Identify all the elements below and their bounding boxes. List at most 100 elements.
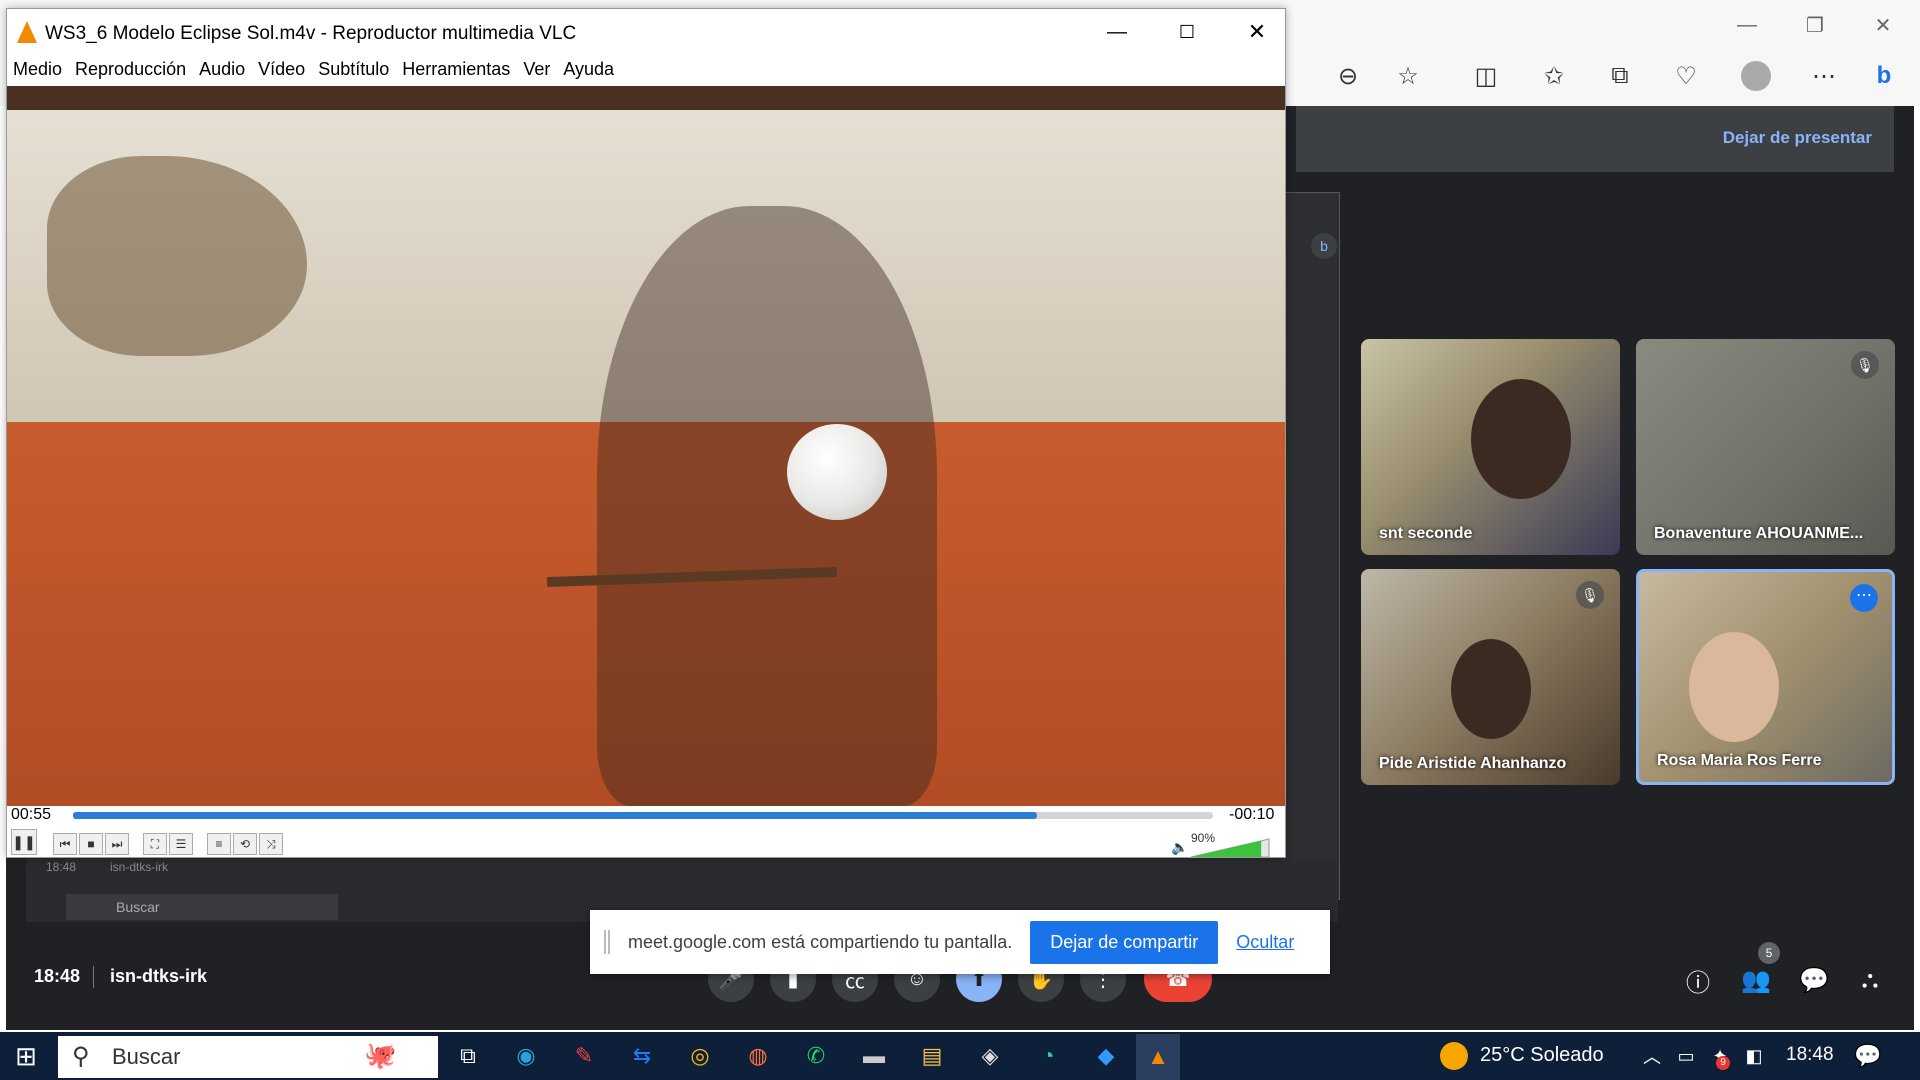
participant-options-icon[interactable]: ⋯ <box>1850 584 1878 612</box>
app-icon[interactable]: ◆ <box>1090 1040 1122 1072</box>
app-icon[interactable]: ◔ <box>1032 1040 1064 1072</box>
mirror-code: isn-dtks-irk <box>110 860 169 874</box>
seek-bar-progress <box>73 812 1038 819</box>
share-message: meet.google.com está compartiendo tu pan… <box>628 931 1013 952</box>
app-icon[interactable]: ▬ <box>858 1040 890 1072</box>
participant-tile[interactable]: 🎙 Bonaventure AHOUANME... <box>1636 339 1895 555</box>
stop-button[interactable]: ■ <box>79 833 103 855</box>
task-view-icon[interactable]: ⧉ <box>452 1040 484 1072</box>
browser-close-icon[interactable]: ✕ <box>1860 10 1906 40</box>
search-icon: ⚲ <box>72 1043 90 1070</box>
drag-handle[interactable] <box>604 930 610 954</box>
profile-avatar[interactable] <box>1738 58 1774 94</box>
meeting-info-icon[interactable]: ⓘ <box>1680 962 1716 998</box>
favorite-star-icon[interactable]: ☆ <box>1390 58 1426 94</box>
divider <box>93 966 94 988</box>
participant-tile[interactable]: snt seconde <box>1361 339 1620 555</box>
hide-link[interactable]: Ocultar <box>1236 932 1294 953</box>
search-highlight-icon: 🐙 <box>364 1040 397 1070</box>
taskbar-search-box[interactable]: ⚲ Buscar 🐙 <box>58 1036 438 1078</box>
meeting-code: isn-dtks-irk <box>110 966 208 986</box>
speaker-icon[interactable]: 🔈 <box>1171 839 1188 856</box>
participant-tile-active[interactable]: ⋯ Rosa Maria Ros Ferre <box>1636 569 1895 785</box>
shuffle-button[interactable]: ⤨ <box>259 833 283 855</box>
vlc-minimize-icon[interactable]: — <box>1097 17 1137 47</box>
firefox-icon[interactable]: ◍ <box>742 1040 774 1072</box>
weather-text[interactable]: 25°C Soleado <box>1480 1044 1604 1067</box>
notifications-icon[interactable]: 💬 <box>1852 1040 1884 1072</box>
split-screen-icon[interactable]: ◫ <box>1468 58 1504 94</box>
mic-muted-icon: 🎙 <box>1851 351 1879 379</box>
volume-slider[interactable] <box>1191 837 1271 857</box>
file-explorer-icon[interactable]: ▤ <box>916 1040 948 1072</box>
menu-audio[interactable]: Audio <box>199 59 245 80</box>
participant-video <box>1451 639 1531 739</box>
menu-medio[interactable]: Medio <box>13 59 62 80</box>
people-count-badge: 5 <box>1758 942 1780 964</box>
chrome-icon[interactable]: ◎ <box>684 1040 716 1072</box>
vlc-menubar: Medio Reproducción Audio Vídeo Subtítulo… <box>13 59 627 80</box>
whatsapp-icon[interactable]: ✆ <box>800 1040 832 1072</box>
browser-minimize-icon[interactable]: — <box>1724 10 1770 40</box>
edge-icon[interactable]: ◉ <box>510 1040 542 1072</box>
people-icon[interactable]: 👥 <box>1738 962 1774 998</box>
browser-restore-icon[interactable]: ❐ <box>1792 10 1838 40</box>
mirror-search-box: Buscar <box>66 894 338 920</box>
favorites-icon[interactable]: ✩ <box>1536 58 1572 94</box>
meeting-time: 18:48 <box>34 966 81 986</box>
mirror-search-text: Buscar <box>116 899 160 915</box>
battery-icon[interactable]: ▭ <box>1670 1040 1702 1072</box>
pause-button[interactable]: ❚❚ <box>11 829 37 855</box>
video-frame[interactable] <box>7 86 1285 806</box>
vlc-window-title: WS3_6 Modelo Eclipse Sol.m4v - Reproduct… <box>45 23 577 44</box>
teamviewer-icon[interactable]: ⇆ <box>626 1040 658 1072</box>
loop-button[interactable]: ⟲ <box>233 833 257 855</box>
browser-essentials-icon[interactable]: ♡ <box>1668 58 1704 94</box>
camera-tray-icon[interactable]: ◧ <box>1738 1040 1770 1072</box>
menu-ver[interactable]: Ver <box>523 59 550 80</box>
collections-icon[interactable]: ⧉ <box>1602 58 1638 94</box>
menu-video[interactable]: Vídeo <box>258 59 305 80</box>
weather-sun-icon <box>1440 1042 1468 1070</box>
vlc-maximize-icon[interactable]: ☐ <box>1167 17 1207 47</box>
menu-reproduccion[interactable]: Reproducción <box>75 59 186 80</box>
presenting-header: Dejar de presentar <box>1296 106 1894 172</box>
windows-start-icon[interactable]: ⊞ <box>10 1040 42 1072</box>
participant-name: snt seconde <box>1379 525 1473 542</box>
app-icon[interactable]: ◈ <box>974 1040 1006 1072</box>
time-elapsed: 00:55 <box>11 806 52 823</box>
previous-button[interactable]: ⏮ <box>53 833 77 855</box>
mirror-time: 18:48 <box>46 860 77 874</box>
more-options-icon[interactable]: ⋯ <box>1806 58 1842 94</box>
notification-badge: 9 <box>1716 1056 1730 1070</box>
participant-tile[interactable]: 🎙 Pide Aristide Ahanhanzo <box>1361 569 1620 785</box>
vlc-close-icon[interactable]: ✕ <box>1237 17 1277 47</box>
extended-settings-button[interactable]: ☰ <box>169 833 193 855</box>
mic-muted-icon: 🎙 <box>1576 581 1604 609</box>
participant-video <box>1689 632 1779 742</box>
menu-herramientas[interactable]: Herramientas <box>402 59 510 80</box>
show-hidden-icons[interactable]: ︿ <box>1636 1040 1668 1072</box>
participant-name: Pide Aristide Ahanhanzo <box>1379 755 1567 772</box>
app-icon[interactable]: ✎ <box>568 1040 600 1072</box>
vlc-taskbar-icon[interactable]: ▲ <box>1136 1034 1180 1080</box>
vlc-window: WS3_6 Modelo Eclipse Sol.m4v - Reproduct… <box>6 8 1286 858</box>
screen-share-notification: meet.google.com está compartiendo tu pan… <box>590 910 1330 974</box>
menu-subtitulo[interactable]: Subtítulo <box>318 59 389 80</box>
taskbar-clock[interactable]: 18:48 <box>1786 1044 1834 1066</box>
activities-icon[interactable]: ⛬ <box>1852 962 1888 998</box>
bing-copilot-icon[interactable]: b <box>1866 58 1902 94</box>
participant-video <box>1471 379 1571 499</box>
video-ball <box>787 424 887 520</box>
taskbar-search-text: Buscar <box>112 1044 181 1069</box>
stop-sharing-button[interactable]: Dejar de compartir <box>1030 920 1219 964</box>
menu-ayuda[interactable]: Ayuda <box>563 59 614 80</box>
seek-bar[interactable] <box>73 812 1213 819</box>
next-button[interactable]: ⏭ <box>105 833 129 855</box>
chat-icon[interactable]: 💬 <box>1796 962 1832 998</box>
playlist-button[interactable]: ≡ <box>207 833 231 855</box>
stop-presenting-button[interactable]: Dejar de presentar <box>1723 128 1872 148</box>
fullscreen-button[interactable]: ⛶ <box>143 833 167 855</box>
vlc-cone-icon <box>17 21 37 43</box>
zoom-out-icon[interactable]: ⊖ <box>1330 58 1366 94</box>
